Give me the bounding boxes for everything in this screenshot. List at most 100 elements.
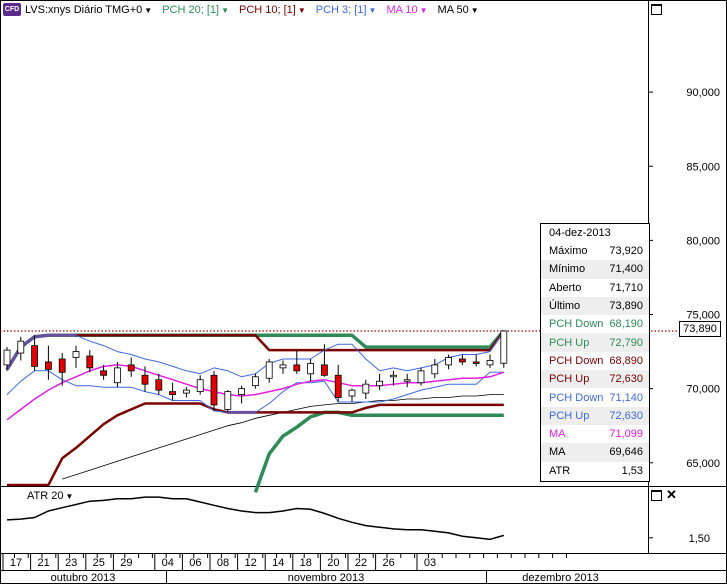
atr-axis-label: 1,50 <box>689 533 710 545</box>
data-window-value: 69,646 <box>609 446 643 459</box>
data-window-row: PCH Up 72,630 <box>541 406 649 425</box>
data-window-row: PCH Down 71,140 <box>541 388 649 406</box>
time-axis-label: 18 <box>300 557 312 569</box>
data-window-row: Último 73,890 <box>541 296 649 316</box>
candle-body <box>458 358 466 363</box>
data-window-row: Aberto 71,710 <box>541 279 649 297</box>
chevron-down-icon: ▼ <box>144 5 153 15</box>
data-window-value: 73,890 <box>609 300 643 313</box>
time-axis-label: 14 <box>272 557 284 569</box>
candle-body <box>141 374 149 385</box>
data-window-label: PCH Down <box>549 318 604 331</box>
candle-body <box>389 374 397 378</box>
data-window-row: PCH Down 68,190 <box>541 315 649 333</box>
data-window-label: PCH Down <box>549 354 604 367</box>
data-window-row: MA 71,099 <box>541 425 649 443</box>
data-window-value: 71,140 <box>609 391 643 404</box>
candle-body <box>182 389 190 394</box>
price-axis-label: 80,000 <box>686 235 720 247</box>
candle-body <box>100 370 107 376</box>
data-window-row: Máximo 73,920 <box>541 242 649 260</box>
time-axis-label: 12 <box>244 557 256 569</box>
time-axis-label: 25 <box>93 557 105 569</box>
candle-body <box>45 361 52 370</box>
chart-header: LVS:xnys Diário TMG+0 ▼ PCH 20; [1] ▼ PCH … <box>25 3 479 17</box>
data-window-value: 72,630 <box>609 373 643 386</box>
data-window-row: PCH Down 68,890 <box>541 352 649 370</box>
time-axis-label: 03 <box>424 557 436 569</box>
candle-body <box>114 367 121 384</box>
candle-body <box>362 383 370 394</box>
candle-body <box>251 376 259 387</box>
month-label: novembro 2013 <box>288 572 364 584</box>
maximize-price-pane-icon[interactable] <box>651 4 662 15</box>
chevron-down-icon: ▼ <box>221 5 229 15</box>
indicator-selector[interactable]: PCH 10; [1] ▼ <box>239 4 306 16</box>
series-line-pch-3-up <box>6 330 505 378</box>
close-atr-pane-icon[interactable]: ✕ <box>666 488 677 501</box>
data-window-value: 68,190 <box>609 318 643 331</box>
data-window-value: 71,400 <box>609 263 643 276</box>
chevron-down-icon: ▼ <box>368 5 377 15</box>
atr-indicator-selector[interactable]: ATR 20 ▼ <box>27 490 73 502</box>
data-window-date: 04-dez-2013 <box>549 227 611 239</box>
time-axis-label: 17 <box>10 557 22 569</box>
indicator-label: PCH 10; [1] <box>238 4 296 16</box>
data-window-label: MA <box>549 446 566 459</box>
data-window-label: Máximo <box>549 245 588 258</box>
data-window-label: Aberto <box>549 281 582 294</box>
indicator-selector[interactable]: PCH 3; [1] ▼ <box>316 4 377 16</box>
indicator-selector[interactable]: PCH 20; [1] ▼ <box>162 4 229 16</box>
price-axis-label: 90,000 <box>686 87 720 99</box>
candle-body <box>376 380 384 387</box>
maximize-atr-pane-icon[interactable] <box>651 490 662 501</box>
time-axis-label: 04 <box>162 557 174 569</box>
time-axis-label: 08 <box>217 557 229 569</box>
candle-body <box>486 360 494 366</box>
last-price-tag: 73,890 <box>679 321 721 337</box>
indicator-label: PCH 20; [1] <box>162 4 220 16</box>
indicator-label: MA 50 <box>437 4 469 16</box>
time-axis-label: 23 <box>65 557 77 569</box>
data-window-value: 72,630 <box>609 409 643 422</box>
candle-body <box>3 349 11 366</box>
data-window-label: PCH Up <box>549 409 590 422</box>
candle-body <box>31 345 39 367</box>
data-window-label: Último <box>549 300 581 313</box>
cfd-badge-icon: CFD <box>3 3 21 16</box>
candle-body <box>431 364 439 375</box>
indicator-label: PCH 3; [1] <box>315 4 367 16</box>
data-window-value: 71,710 <box>609 281 643 294</box>
data-window-value: 72,790 <box>609 336 643 349</box>
data-window-label: MA <box>549 428 566 441</box>
candle-body <box>348 389 356 397</box>
candle-body <box>293 364 301 372</box>
candle-body <box>169 391 177 395</box>
candle-body <box>155 379 163 391</box>
candle-body <box>238 388 246 395</box>
indicator-label: MA 10 <box>386 4 418 16</box>
candle-body <box>17 340 25 354</box>
data-window-row: PCH Up 72,630 <box>541 370 649 389</box>
indicator-list: PCH 20; [1] ▼ PCH 10; [1] ▼ PCH 3; [1] ▼ MA 10… <box>162 4 478 16</box>
candle-body <box>320 364 328 376</box>
candle-body <box>307 363 315 375</box>
data-window-label: Mínimo <box>549 263 586 276</box>
month-label: outubro 2013 <box>51 572 116 584</box>
candle-body <box>417 370 425 384</box>
candle-body <box>224 391 232 410</box>
price-axis-label: 75,000 <box>686 310 720 322</box>
time-axis-label: 22 <box>355 557 367 569</box>
symbol-selector[interactable]: LVS:xnys Diário TMG+0 ▼ <box>25 4 152 16</box>
data-window-row: PCH Up 72,790 <box>541 333 649 352</box>
atr-line <box>6 496 505 541</box>
indicator-selector[interactable]: MA 50 ▼ <box>438 4 479 16</box>
candle-body <box>334 374 342 398</box>
data-window-label: PCH Up <box>549 336 590 349</box>
time-axis-label: 21 <box>37 557 49 569</box>
time-axis-label: 06 <box>189 557 201 569</box>
candle-body <box>58 358 66 373</box>
candle-body <box>127 364 135 372</box>
indicator-selector[interactable]: MA 10 ▼ <box>386 4 427 16</box>
candle-body <box>196 379 204 393</box>
